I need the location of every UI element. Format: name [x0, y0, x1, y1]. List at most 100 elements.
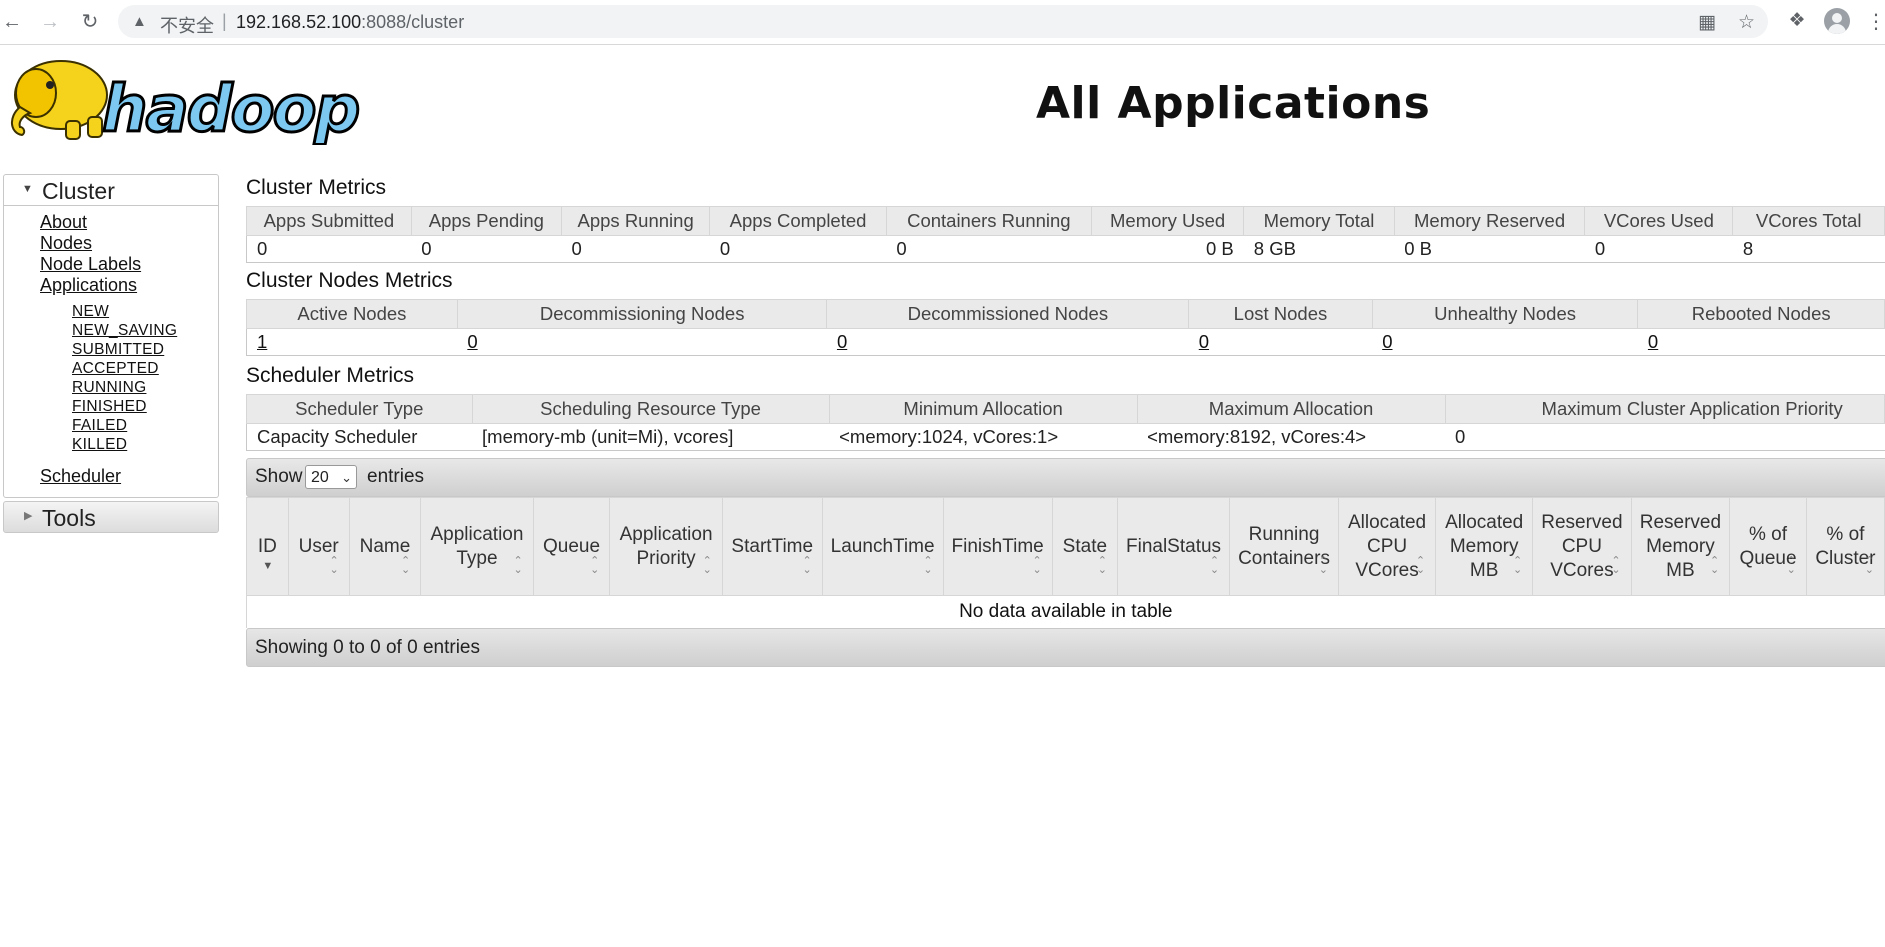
metric-value-cell: 0 — [826, 328, 1189, 356]
column-header[interactable]: Reserved Memory MB ⌃ ⌄ — [1630, 497, 1731, 596]
column-header[interactable]: % of Cluster ⌃ ⌄ — [1805, 497, 1885, 596]
metric-header: Scheduling Resource Type — [471, 394, 830, 424]
column-header-label: MB — [1469, 559, 1499, 581]
column-header-label: CPU — [1561, 535, 1602, 557]
cluster-panel: ▼ Cluster About Nodes Node Labels Applic… — [3, 174, 219, 498]
column-header-label: Reserved — [1541, 511, 1623, 533]
url-text[interactable]: 192.168.52.100:8088/cluster — [236, 12, 464, 33]
table-length-bar: Show 20 ⌄ entries — [246, 458, 1885, 497]
column-header[interactable]: Allocated CPU VCores ⌃ ⌄ — [1337, 497, 1437, 596]
browser-menu-icon[interactable]: ⋮ — [1866, 9, 1885, 34]
decommissioned-nodes-link[interactable]: 0 — [837, 331, 847, 352]
empty-table-message: No data available in table — [246, 595, 1885, 628]
sort-icon: ⌃ ⌄ — [923, 555, 933, 576]
column-header[interactable]: State ⌃ ⌄ — [1051, 497, 1119, 596]
metric-header: Memory Used — [1090, 206, 1245, 236]
sidebar-link-nodes[interactable]: Nodes — [40, 233, 218, 254]
column-header-label: CPU — [1366, 535, 1408, 557]
bookmark-star-icon[interactable]: ☆ — [1738, 11, 1755, 34]
metric-header: VCores Total — [1732, 206, 1885, 236]
app-state-killed[interactable]: KILLED — [72, 435, 218, 454]
app-state-accepted[interactable]: ACCEPTED — [72, 359, 218, 378]
sort-icon: ⌃ ⌄ — [329, 555, 339, 576]
app-state-running[interactable]: RUNNING — [72, 378, 218, 397]
metric-value-cell: 1 — [246, 328, 458, 356]
metric-value-cell: 0 — [1372, 328, 1638, 356]
rebooted-nodes-link[interactable]: 0 — [1648, 331, 1658, 352]
column-header[interactable]: Name ⌃ ⌄ — [348, 497, 422, 596]
qr-code-icon[interactable]: ▦ — [1698, 11, 1716, 34]
column-header-label: Type — [456, 547, 498, 569]
app-state-new-saving[interactable]: NEW_SAVING — [72, 321, 218, 340]
column-header-label: Memory — [1449, 535, 1519, 557]
column-header-label: Reserved — [1639, 511, 1722, 533]
page-size-select[interactable]: 20 ⌄ — [305, 465, 357, 489]
column-header[interactable]: % of Queue ⌃ ⌄ — [1729, 497, 1807, 596]
back-icon[interactable]: ← — [0, 10, 24, 34]
cluster-metrics-title: Cluster Metrics — [246, 176, 387, 199]
lost-nodes-link[interactable]: 0 — [1199, 331, 1209, 352]
sort-icon: ⌃ ⌄ — [1209, 555, 1220, 576]
metric-header: Maximum Cluster Application Priority — [1444, 394, 1885, 424]
sort-icon: ⌃ ⌄ — [1864, 555, 1874, 576]
tools-panel-header[interactable]: ▶ Tools — [3, 501, 219, 533]
column-header[interactable]: ID ▼ — [246, 497, 289, 596]
sidebar-link-scheduler[interactable]: Scheduler — [40, 466, 218, 487]
metric-value: 0 — [709, 235, 887, 263]
reload-icon[interactable]: ↻ — [78, 10, 102, 34]
sidebar-link-about[interactable]: About — [40, 212, 218, 233]
column-header[interactable]: Application Type ⌃ ⌄ — [420, 497, 534, 596]
main-content: Cluster Metrics Apps Submitted Apps Pend… — [246, 170, 1885, 667]
column-header[interactable]: User ⌃ ⌄ — [287, 497, 350, 596]
column-header-label: Name — [359, 535, 411, 557]
active-nodes-link[interactable]: 1 — [257, 331, 267, 352]
hadoop-logo[interactable]: hadoop — [6, 55, 380, 145]
sort-icon: ⌃ ⌄ — [1710, 555, 1720, 576]
profile-avatar-icon[interactable] — [1824, 8, 1850, 34]
column-header-label: LaunchTime — [830, 535, 935, 557]
column-header-label: Memory — [1646, 535, 1715, 557]
forward-icon[interactable]: → — [38, 10, 62, 34]
chevron-down-icon: ⌄ — [341, 470, 352, 485]
column-header-label: State — [1062, 535, 1108, 557]
sort-icon: ⌃ ⌄ — [1097, 555, 1107, 576]
table-info-text: Showing 0 to 0 of 0 entries — [255, 637, 480, 658]
sort-descending-icon: ▼ — [262, 560, 274, 572]
metric-header: Active Nodes — [246, 299, 458, 329]
table-info-bar: Showing 0 to 0 of 0 entries — [246, 628, 1885, 667]
nodes-metrics-table: Active Nodes Decommissioning Nodes Decom… — [246, 299, 1885, 356]
column-header[interactable]: FinishTime ⌃ ⌄ — [942, 497, 1053, 596]
column-header[interactable]: LaunchTime ⌃ ⌄ — [821, 497, 944, 596]
column-header-label: Allocated — [1445, 511, 1524, 533]
extensions-icon[interactable]: ❖ — [1786, 9, 1808, 31]
decommissioning-nodes-link[interactable]: 0 — [467, 331, 477, 352]
column-header[interactable]: Application Priority ⌃ ⌄ — [609, 497, 723, 596]
unhealthy-nodes-link[interactable]: 0 — [1382, 331, 1392, 352]
column-header[interactable]: FinalStatus ⌃ ⌄ — [1116, 497, 1231, 596]
sidebar-link-node-labels[interactable]: Node Labels — [40, 254, 218, 275]
app-state-failed[interactable]: FAILED — [72, 416, 218, 435]
metric-header: Decommissioned Nodes — [826, 299, 1190, 329]
sidebar-link-applications[interactable]: Applications — [40, 275, 218, 296]
column-header[interactable]: Queue ⌃ ⌄ — [532, 497, 611, 596]
metric-value: 0 — [561, 235, 710, 263]
metric-value: 0 — [1584, 235, 1733, 263]
metric-header: Unhealthy Nodes — [1371, 299, 1639, 329]
scheduler-metrics-table: Scheduler Type Scheduling Resource Type … — [246, 394, 1885, 451]
metric-header: Memory Reserved — [1393, 206, 1586, 236]
sort-icon: ⌃ ⌄ — [802, 555, 812, 576]
sort-icon: ⌃ ⌄ — [590, 555, 600, 576]
column-header[interactable]: Running Containers ⌃ ⌄ — [1229, 497, 1339, 596]
metric-header: VCores Used — [1584, 206, 1734, 236]
app-state-finished[interactable]: FINISHED — [72, 397, 218, 416]
column-header-label: FinishTime — [951, 535, 1044, 557]
svg-text:hadoop: hadoop — [102, 73, 359, 145]
column-header-label: MB — [1666, 559, 1695, 581]
column-header[interactable]: Allocated Memory MB ⌃ ⌄ — [1435, 497, 1534, 596]
column-header[interactable]: Reserved CPU VCores ⌃ ⌄ — [1532, 497, 1632, 596]
app-state-submitted[interactable]: SUBMITTED — [72, 340, 218, 359]
cluster-panel-header[interactable]: ▼ Cluster — [4, 175, 218, 206]
column-header[interactable]: StartTime ⌃ ⌄ — [721, 497, 823, 596]
app-state-new[interactable]: NEW — [72, 302, 218, 321]
address-bar[interactable]: ▲ 不安全 | 192.168.52.100:8088/cluster ▦ ☆ — [118, 5, 1768, 38]
